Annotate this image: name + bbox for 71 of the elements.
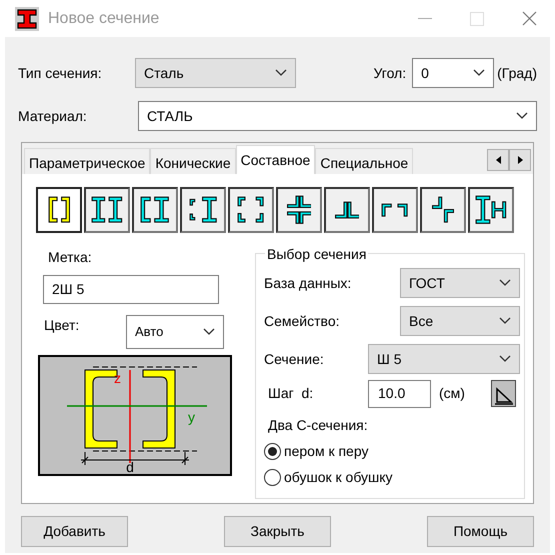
section-shape-icon — [91, 196, 123, 224]
i-beam-icon — [15, 6, 39, 30]
dialog-button[interactable]: Помощь — [427, 516, 534, 547]
scroll-left-button[interactable] — [487, 149, 509, 171]
right-triangle-icon — [518, 156, 522, 164]
chevron-down-icon — [499, 279, 511, 287]
section-label: Сечение: — [264, 350, 325, 368]
z-axis-label: z — [114, 370, 121, 386]
angle-dropdown[interactable]: 0 — [412, 58, 494, 88]
chevron-down-icon — [499, 355, 511, 363]
chevron-down-icon — [275, 69, 287, 77]
mark-field[interactable]: 2Ш 5 — [43, 275, 219, 304]
color-label: Цвет: — [43, 316, 80, 335]
radio-button[interactable] — [264, 469, 281, 486]
section-type-dropdown[interactable]: Сталь — [135, 58, 296, 88]
y-axis-label: y — [188, 409, 195, 425]
dimension-label: d — [126, 459, 134, 473]
angle-unit: (Град) — [497, 64, 537, 83]
radio-label[interactable]: обушок к обушку — [284, 467, 393, 488]
two-c-sections-label: Два С-сечения: — [267, 416, 369, 435]
section-shape-button[interactable] — [468, 187, 514, 233]
step-field[interactable]: 10.0 — [368, 380, 431, 408]
family-label: Семейство: — [264, 312, 340, 330]
section-shape-button[interactable] — [324, 187, 370, 233]
section-shape-button[interactable] — [276, 187, 322, 233]
database-label: База данных: — [264, 274, 352, 293]
chevron-down-icon — [516, 112, 528, 120]
chevron-down-icon — [499, 317, 511, 325]
dialog-button[interactable]: Добавить — [21, 516, 128, 547]
section-shape-button[interactable] — [36, 187, 82, 233]
section-shape-icon — [334, 200, 360, 220]
section-shape-button[interactable] — [420, 187, 466, 233]
tab[interactable]: Конические — [150, 148, 236, 174]
section-shape-icon — [381, 203, 409, 217]
section-type-label: Тип сечения: — [18, 64, 103, 82]
radio-label[interactable]: пером к перу — [284, 441, 368, 462]
section-shape-icon — [140, 196, 170, 224]
tab[interactable]: Специальное — [315, 148, 414, 174]
scroll-right-button[interactable] — [509, 149, 531, 171]
section-dropdown[interactable]: Ш 5 — [368, 344, 520, 374]
chevron-down-icon — [203, 328, 215, 336]
angle-label: Угол: — [374, 64, 406, 82]
section-shape-button[interactable] — [180, 187, 226, 233]
step-label: Шаг d: — [267, 384, 314, 403]
section-shape-button[interactable] — [372, 187, 418, 233]
section-shape-button[interactable] — [84, 187, 130, 233]
section-shape-icon — [432, 196, 454, 224]
section-shape-icon — [237, 196, 265, 224]
database-dropdown[interactable]: ГОСТ — [400, 268, 520, 298]
section-shape-button[interactable] — [132, 187, 178, 233]
section-shape-icon — [48, 196, 70, 224]
family-dropdown[interactable]: Все — [400, 306, 520, 336]
material-dropdown[interactable]: СТАЛЬ — [138, 101, 537, 131]
measure-button[interactable] — [491, 380, 516, 407]
triangle-ruler-icon — [494, 386, 514, 406]
tab[interactable]: Параметрическое — [24, 148, 150, 174]
section-shape-button[interactable] — [228, 187, 274, 233]
material-label: Материал: — [18, 106, 88, 126]
close-icon[interactable] — [522, 11, 537, 26]
chevron-down-icon — [473, 69, 486, 77]
window-title: Новое сечение — [48, 8, 160, 28]
left-triangle-icon — [496, 156, 500, 164]
radio-button[interactable] — [264, 443, 281, 460]
mark-label: Метка: — [47, 248, 93, 267]
section-shape-icon — [188, 196, 218, 224]
color-dropdown[interactable]: Авто — [126, 315, 224, 349]
dialog-button[interactable]: Закрыть — [224, 516, 331, 547]
section-shape-icon — [475, 195, 507, 225]
tab[interactable]: Составное — [236, 145, 316, 174]
step-unit: (см) — [439, 384, 465, 403]
section-shape-icon — [286, 195, 312, 225]
